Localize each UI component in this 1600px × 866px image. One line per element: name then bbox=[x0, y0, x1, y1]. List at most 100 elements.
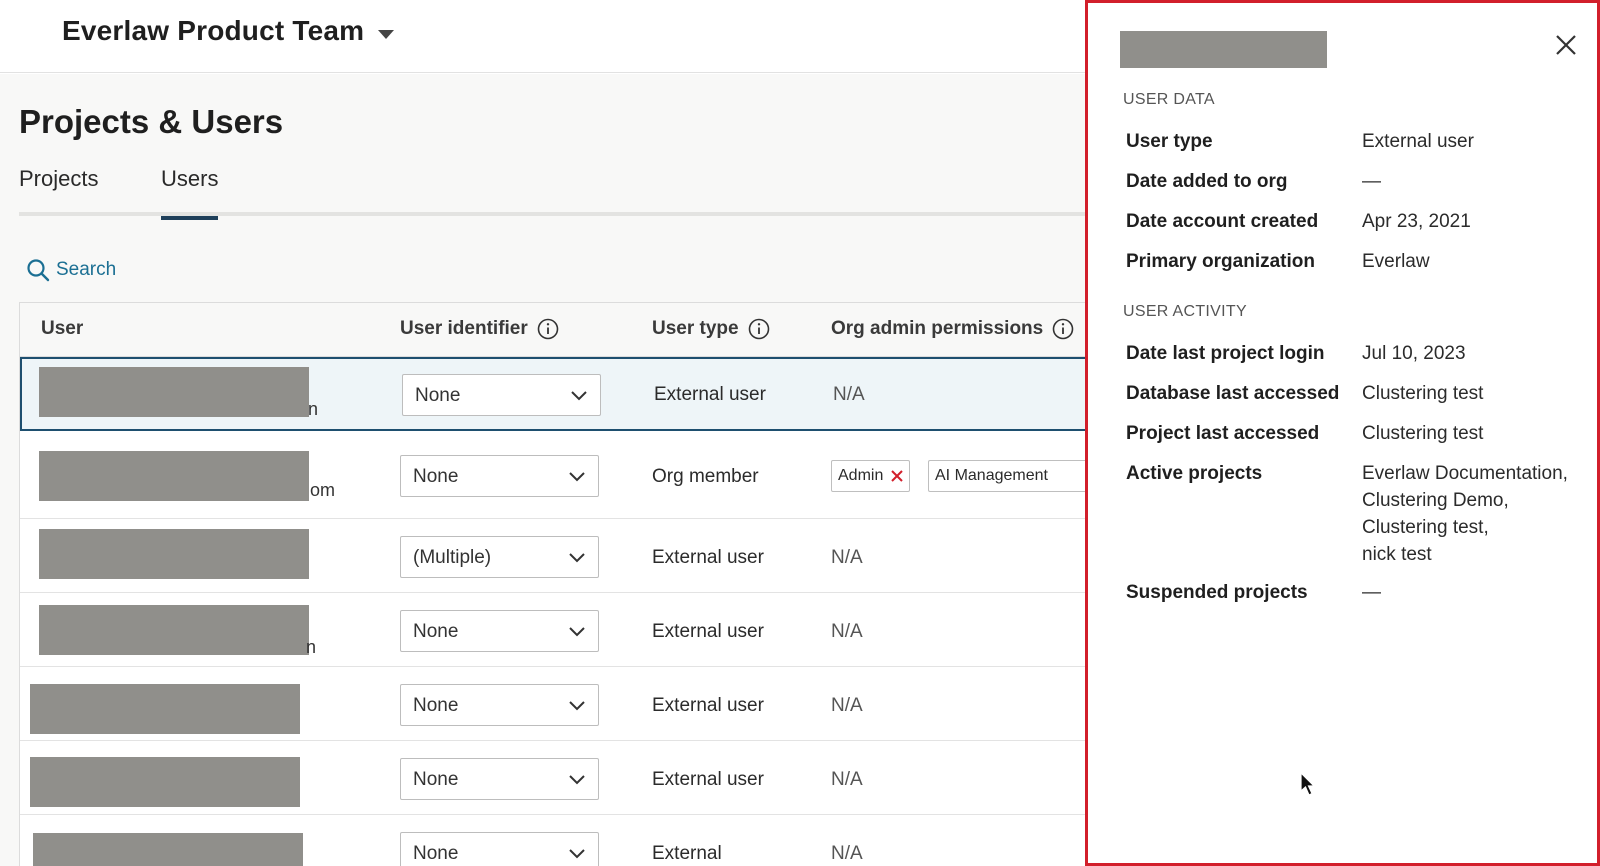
tab-bar: Projects Users bbox=[19, 166, 1085, 220]
value-project-last-accessed: Clustering test bbox=[1362, 423, 1484, 444]
info-icon[interactable] bbox=[1052, 318, 1074, 340]
active-project-item: nick test bbox=[1362, 544, 1432, 565]
redacted-user bbox=[39, 605, 309, 655]
chevron-down-icon bbox=[569, 627, 585, 637]
user-identifier-select[interactable]: None bbox=[400, 758, 599, 800]
column-header-user[interactable]: User bbox=[41, 318, 83, 340]
label-date-account-created: Date account created bbox=[1126, 211, 1319, 232]
chevron-down-icon bbox=[569, 472, 585, 482]
user-type-cell: External user bbox=[654, 384, 766, 405]
value-active-projects: Everlaw Documentation, Clustering Demo, … bbox=[1362, 460, 1568, 568]
redacted-user bbox=[30, 684, 300, 734]
active-project-item: Clustering test, bbox=[1362, 517, 1489, 538]
table-row[interactable]: None External user N/A bbox=[20, 741, 1085, 815]
user-type-cell: External user bbox=[652, 695, 764, 716]
search-label: Search bbox=[56, 259, 117, 280]
redacted-user bbox=[39, 529, 309, 579]
user-identifier-select[interactable]: None bbox=[400, 455, 599, 497]
label-suspended-projects: Suspended projects bbox=[1126, 582, 1308, 603]
chevron-down-icon bbox=[569, 701, 585, 711]
select-value: None bbox=[413, 695, 459, 716]
tab-users-label: Users bbox=[161, 166, 219, 191]
chevron-down-icon bbox=[569, 775, 585, 785]
top-bar: Everlaw Product Team bbox=[0, 0, 1085, 73]
permissions-cell: N/A bbox=[831, 769, 863, 790]
section-title-user-activity: USER ACTIVITY bbox=[1123, 303, 1247, 320]
user-identifier-select[interactable]: None bbox=[400, 610, 599, 652]
redacted-user bbox=[39, 367, 309, 417]
select-value: None bbox=[415, 385, 461, 406]
user-type-cell: Org member bbox=[652, 466, 759, 487]
table-row[interactable]: om None Org member Admin AI Management bbox=[20, 431, 1085, 519]
user-email-tail: n bbox=[308, 399, 319, 419]
table-row[interactable]: None External user N/A bbox=[20, 667, 1085, 741]
user-email-tail: n bbox=[306, 637, 317, 657]
user-identifier-select[interactable]: None bbox=[400, 684, 599, 726]
redacted-user-name bbox=[1120, 31, 1327, 68]
column-header-user-identifier[interactable]: User identifier bbox=[400, 318, 559, 340]
select-value: (Multiple) bbox=[413, 547, 492, 568]
value-suspended-projects: — bbox=[1362, 582, 1381, 603]
column-header-org-admin-permissions[interactable]: Org admin permissions bbox=[831, 318, 1074, 340]
chip-label: AI Management bbox=[935, 467, 1048, 484]
label-database-last-accessed: Database last accessed bbox=[1126, 383, 1340, 404]
value-database-last-accessed: Clustering test bbox=[1362, 383, 1484, 404]
value-primary-organization: Everlaw bbox=[1362, 251, 1430, 272]
permissions-cell: N/A bbox=[831, 695, 863, 716]
main-content: Projects & Users Projects Users Search U… bbox=[0, 74, 1085, 866]
org-name[interactable]: Everlaw Product Team bbox=[62, 15, 364, 47]
value-date-added-to-org: — bbox=[1362, 171, 1381, 192]
user-email-tail: om bbox=[310, 480, 336, 500]
redacted-user bbox=[39, 451, 309, 501]
select-value: None bbox=[413, 621, 459, 642]
remove-chip-icon[interactable] bbox=[891, 470, 904, 482]
mouse-cursor-icon bbox=[1300, 772, 1316, 796]
close-icon[interactable] bbox=[1555, 34, 1577, 56]
user-identifier-select[interactable]: None bbox=[402, 374, 601, 416]
column-header-user-type[interactable]: User type bbox=[652, 318, 770, 340]
user-type-cell: External user bbox=[652, 769, 764, 790]
value-user-type: External user bbox=[1362, 131, 1474, 152]
label-date-last-project-login: Date last project login bbox=[1126, 343, 1325, 364]
permissions-cell: N/A bbox=[831, 621, 863, 642]
user-type-cell: External user bbox=[652, 621, 764, 642]
label-date-added-to-org: Date added to org bbox=[1126, 171, 1288, 192]
tab-projects[interactable]: Projects bbox=[19, 166, 98, 216]
user-identifier-select[interactable]: (Multiple) bbox=[400, 536, 599, 578]
chevron-down-icon bbox=[569, 553, 585, 563]
label-user-type: User type bbox=[1126, 131, 1213, 152]
user-type-cell: External bbox=[652, 843, 722, 864]
active-tab-indicator bbox=[161, 216, 219, 220]
info-icon[interactable] bbox=[748, 318, 770, 340]
table-row[interactable]: None External N/A bbox=[20, 815, 1085, 866]
select-value: None bbox=[413, 843, 459, 864]
redacted-user bbox=[30, 757, 300, 807]
label-project-last-accessed: Project last accessed bbox=[1126, 423, 1320, 444]
search-icon bbox=[27, 259, 50, 282]
table-row[interactable]: n None External user N/A bbox=[20, 593, 1085, 667]
active-project-item: Clustering Demo, bbox=[1362, 490, 1509, 511]
page-title: Projects & Users bbox=[19, 103, 284, 140]
value-date-last-project-login: Jul 10, 2023 bbox=[1362, 343, 1466, 364]
redacted-user bbox=[33, 833, 303, 866]
permissions-cell: N/A bbox=[833, 384, 865, 405]
section-title-user-data: USER DATA bbox=[1123, 91, 1215, 108]
chip-label: Admin bbox=[838, 467, 884, 484]
select-value: None bbox=[413, 769, 459, 790]
permission-chip-ai-management: AI Management bbox=[928, 460, 1085, 492]
tab-users[interactable]: Users bbox=[161, 166, 219, 220]
permissions-cell: N/A bbox=[831, 547, 863, 568]
chevron-down-icon bbox=[569, 849, 585, 859]
label-primary-organization: Primary organization bbox=[1126, 251, 1315, 272]
table-header: User User identifier User type Org admin… bbox=[20, 303, 1085, 357]
user-type-cell: External user bbox=[652, 547, 764, 568]
table-row[interactable]: (Multiple) External user N/A bbox=[20, 519, 1085, 593]
select-value: None bbox=[413, 466, 459, 487]
value-date-account-created: Apr 23, 2021 bbox=[1362, 211, 1471, 232]
table-row[interactable]: n None External user N/A bbox=[20, 357, 1085, 431]
org-dropdown-caret-icon[interactable] bbox=[378, 30, 394, 39]
user-identifier-select[interactable]: None bbox=[400, 832, 599, 866]
permissions-cell: N/A bbox=[831, 843, 863, 864]
info-icon[interactable] bbox=[537, 318, 559, 340]
search-button[interactable]: Search bbox=[26, 258, 116, 282]
